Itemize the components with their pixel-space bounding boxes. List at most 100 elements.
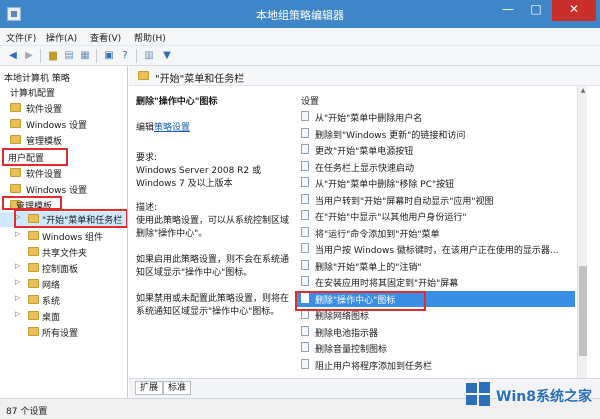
tree-item-software-settings-computer[interactable]: 软件设置 xyxy=(0,101,127,116)
setting-row[interactable]: 当用户转到"开始"屏幕时自动显示"应用"视图 xyxy=(297,192,575,208)
policy-setting-icon xyxy=(301,276,309,286)
tree-item-label: 共享文件夹 xyxy=(42,249,88,259)
details-header: "开始"菜单和任务栏 xyxy=(129,66,600,86)
folder-icon xyxy=(10,135,21,144)
tree-item-windows-settings-computer[interactable]: Windows 设置 xyxy=(0,117,127,132)
tree-item-desktop[interactable]: ▷ 桌面 xyxy=(0,309,127,324)
filter-icon[interactable]: ▼ xyxy=(160,49,174,63)
properties-icon[interactable]: ▣ xyxy=(102,49,116,63)
highlight-box-admin-templates xyxy=(2,196,62,210)
tab-extended[interactable]: 扩展 xyxy=(135,381,164,395)
tab-standard[interactable]: 标准 xyxy=(163,381,192,395)
tree-item-label: 网络 xyxy=(42,281,61,291)
tree-item-shared-folders[interactable]: 共享文件夹 xyxy=(0,245,127,260)
help-icon[interactable]: ? xyxy=(118,49,132,63)
expand-arrow-icon[interactable]: ▷ xyxy=(15,230,20,238)
tree-item-label: Windows 设置 xyxy=(26,186,88,196)
setting-row[interactable]: 阻止用户将程序添加到任务栏 xyxy=(297,357,575,373)
setting-row[interactable]: 在任务栏上显示快速启动 xyxy=(297,159,575,175)
policy-setting-icon xyxy=(301,210,309,220)
policy-setting-icon xyxy=(301,342,309,352)
policy-setting-icon xyxy=(301,243,309,253)
scroll-thumb[interactable] xyxy=(579,266,587,356)
setting-label: 更改"开始"菜单电源按钮 xyxy=(315,147,414,157)
setting-label: 在任务栏上显示快速启动 xyxy=(315,163,415,174)
toolbar-separator xyxy=(136,49,137,63)
edit-prefix: 编辑 xyxy=(136,123,155,133)
watermark: Win8系统之家 xyxy=(460,374,600,419)
tree-item-label: 桌面 xyxy=(42,313,61,323)
setting-row[interactable]: 当用户按 Windows 徽标键时，在该用户正在使用的显示器... xyxy=(297,241,575,257)
tree-item-label: Windows 设置 xyxy=(26,121,88,131)
setting-row[interactable]: 在安装应用时将其固定到"开始"屏幕 xyxy=(297,274,575,290)
setting-label: 当用户按 Windows 徽标键时，在该用户正在使用的显示器... xyxy=(315,246,559,256)
forward-arrow-icon[interactable]: ▶ xyxy=(22,49,36,63)
close-button[interactable]: ✕ xyxy=(552,0,596,21)
tree-item-label: 控制面板 xyxy=(42,265,79,275)
setting-row[interactable]: 将"运行"命令添加到"开始"菜单 xyxy=(297,225,575,241)
show-tree-icon[interactable]: ▤ xyxy=(62,49,76,63)
tree-item-root[interactable]: 本地计算机 策略 xyxy=(0,70,127,85)
status-text: 87 个设置 xyxy=(6,407,48,417)
description-text-disabled: 如果禁用或未配置此策略设置，则将在系统通知区域显示"操作中心"图标。 xyxy=(136,294,290,317)
setting-title: 删除"操作中心"图标 xyxy=(136,97,218,107)
tree-item-control-panel[interactable]: ▷ 控制面板 xyxy=(0,261,127,276)
menu-file[interactable]: 文件(F) xyxy=(6,31,36,44)
tree-item-software-settings-user[interactable]: 软件设置 xyxy=(0,166,127,181)
scroll-up-icon[interactable]: ▲ xyxy=(578,86,588,96)
settings-column-header[interactable]: 设置 xyxy=(301,94,319,107)
show-hide-icon[interactable]: ▥ xyxy=(142,49,156,63)
menu-view[interactable]: 查看(V) xyxy=(90,31,121,44)
policy-setting-icon xyxy=(301,325,309,336)
back-arrow-icon[interactable]: ◀ xyxy=(6,49,20,63)
expand-arrow-icon[interactable]: ▷ xyxy=(15,262,20,270)
policy-setting-icon xyxy=(301,177,309,187)
requirements-text: Windows Server 2008 R2 或 Windows 7 及以上版本 xyxy=(136,166,262,189)
setting-row[interactable]: 删除"开始"菜单上的"注销" xyxy=(297,258,575,274)
setting-row[interactable]: 删除音量控制图标 xyxy=(297,340,575,356)
edit-policy-link[interactable]: 策略设置 xyxy=(154,123,190,133)
minimize-button[interactable]: — xyxy=(494,0,522,21)
tree-item-windows-settings-user[interactable]: Windows 设置 xyxy=(0,182,127,197)
settings-scrollbar[interactable]: ▲ ▼ xyxy=(577,86,587,386)
setting-row[interactable]: 从"开始"菜单中删除用户名 xyxy=(297,109,575,125)
setting-row[interactable]: 删除电池指示器 xyxy=(297,324,575,340)
expand-arrow-icon[interactable]: ▷ xyxy=(15,294,20,302)
policy-setting-icon xyxy=(301,259,309,270)
setting-row[interactable]: 从"开始"菜单中删除"移除 PC"按钮 xyxy=(297,175,575,191)
tree-item-computer-config[interactable]: 计算机配置 xyxy=(0,85,127,100)
setting-row[interactable]: 删除到"Windows 更新"的链接和访问 xyxy=(297,126,575,142)
setting-label: 删除到"Windows 更新"的链接和访问 xyxy=(315,130,466,141)
expand-arrow-icon[interactable]: ▷ xyxy=(15,278,20,286)
setting-row[interactable]: 更改"开始"菜单电源按钮 xyxy=(297,142,575,158)
tree-item-admin-templates-computer[interactable]: 管理模板 xyxy=(0,133,127,148)
highlight-box-selected-setting xyxy=(295,291,426,311)
folder-icon xyxy=(28,295,39,304)
folder-icon xyxy=(10,184,21,193)
up-folder-icon[interactable]: ▆ xyxy=(46,49,60,63)
policy-setting-icon xyxy=(301,127,309,138)
folder-icon xyxy=(28,247,39,256)
setting-row[interactable]: 在"开始"中显示"以其他用户身份运行" xyxy=(297,208,575,224)
details-header-title: "开始"菜单和任务栏 xyxy=(155,74,245,85)
menu-action[interactable]: 操作(A) xyxy=(46,31,77,44)
tree-item-label: 系统 xyxy=(42,297,61,307)
tree-item-windows-components[interactable]: ▷ Windows 组件 xyxy=(0,229,127,244)
folder-icon xyxy=(10,103,21,112)
folder-icon xyxy=(28,231,39,240)
folder-icon xyxy=(28,327,39,336)
windows-logo-icon xyxy=(466,382,490,406)
menu-help[interactable]: 帮助(H) xyxy=(134,31,166,44)
setting-label: 删除音量控制图标 xyxy=(315,345,388,355)
title-bar: 本地组策略编辑器 — □ ✕ xyxy=(0,0,600,28)
tree-item-label: 管理模板 xyxy=(26,137,63,147)
tree-item-all-settings[interactable]: 所有设置 xyxy=(0,325,127,340)
maximize-button[interactable]: □ xyxy=(522,0,550,21)
policy-setting-icon xyxy=(301,160,309,171)
expand-arrow-icon[interactable]: ▷ xyxy=(15,310,20,318)
tree-item-label: 软件设置 xyxy=(26,170,63,180)
export-list-icon[interactable]: ▦ xyxy=(78,49,92,63)
tree-item-system[interactable]: ▷ 系统 xyxy=(0,293,127,308)
tree-item-network[interactable]: ▷ 网络 xyxy=(0,277,127,292)
edit-policy-line: 编辑策略设置 xyxy=(136,122,296,135)
